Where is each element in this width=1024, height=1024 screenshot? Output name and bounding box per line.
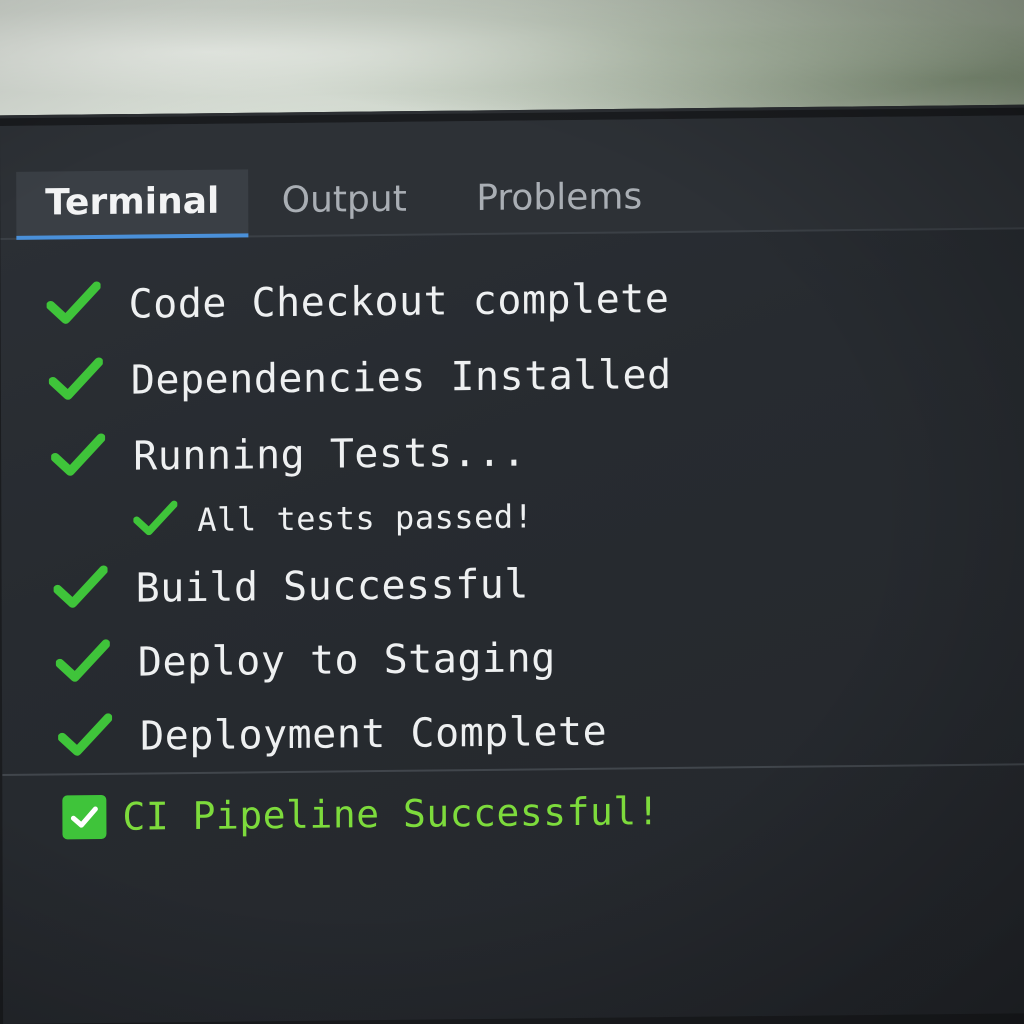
check-icon xyxy=(48,357,104,406)
log-line-running-tests: Running Tests... xyxy=(50,429,527,482)
log-line-checkout: Code Checkout complete xyxy=(46,275,670,330)
log-line-dependencies: Dependencies Installed xyxy=(48,351,672,406)
log-line-label: Running Tests... xyxy=(133,429,527,480)
log-line-label: Deployment Complete xyxy=(140,708,608,760)
log-line-build: Build Successful xyxy=(53,560,529,614)
photo-scene: Terminal Output Problems Code Checkout c… xyxy=(0,0,1024,1024)
log-line-deployment-complete: Deployment Complete xyxy=(57,708,608,762)
summary-divider xyxy=(2,763,1024,777)
check-icon xyxy=(50,433,106,482)
checkbox-checked-icon xyxy=(62,794,107,840)
log-line-label: Code Checkout complete xyxy=(128,275,670,328)
check-icon xyxy=(57,713,113,762)
check-icon xyxy=(46,281,102,330)
log-line-label: Deploy to Staging xyxy=(137,635,556,686)
tab-output[interactable]: Output xyxy=(262,168,426,234)
tab-terminal[interactable]: Terminal xyxy=(16,169,249,240)
check-icon xyxy=(55,639,111,688)
check-icon xyxy=(53,565,109,614)
pipeline-summary-label: CI Pipeline Successful! xyxy=(122,789,661,839)
terminal-output: Code Checkout complete Dependencies Inst… xyxy=(0,241,1024,760)
log-line-label: Build Successful xyxy=(135,561,529,612)
panel-tab-bar: Terminal Output Problems xyxy=(0,115,1024,241)
log-line-label: All tests passed! xyxy=(197,497,534,539)
log-line-deploy-staging: Deploy to Staging xyxy=(55,634,556,688)
ide-panel: Terminal Output Problems Code Checkout c… xyxy=(0,115,1024,1024)
pipeline-summary: CI Pipeline Successful! xyxy=(62,789,661,840)
tab-problems[interactable]: Problems xyxy=(452,165,666,231)
check-icon xyxy=(132,500,178,540)
log-line-label: Dependencies Installed xyxy=(130,351,672,404)
log-line-tests-passed: All tests passed! xyxy=(132,496,534,540)
